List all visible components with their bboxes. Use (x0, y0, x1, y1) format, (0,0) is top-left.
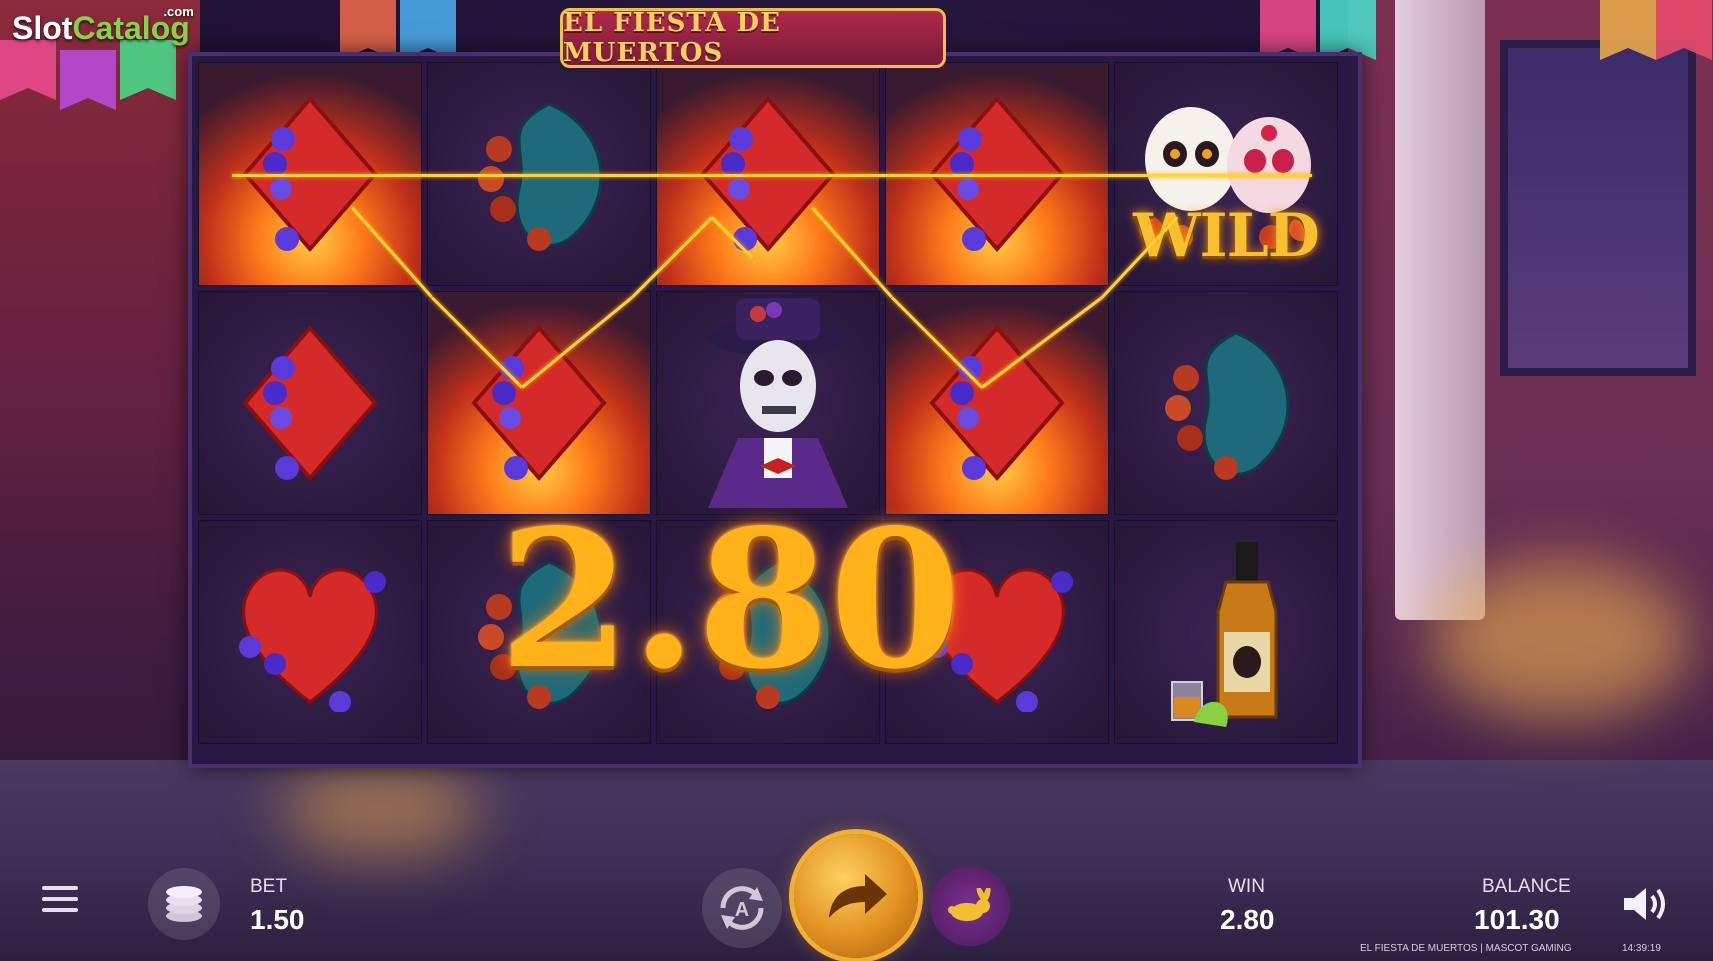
bet-value: 1.50 (250, 904, 305, 935)
balance-value: 101.30 (1474, 904, 1560, 935)
game-title: EL FIESTA DE MUERTOS (563, 8, 781, 68)
turbo-button[interactable] (930, 866, 1010, 946)
heart-symbol (199, 521, 421, 743)
tequila-symbol (1115, 521, 1337, 743)
balance-label: BALANCE (1482, 876, 1571, 897)
reel-cell (656, 291, 880, 515)
candle-glow (1430, 560, 1690, 720)
win-label: WIN (1228, 876, 1265, 897)
reel-cell (198, 520, 422, 744)
game-title-banner: EL FIESTA DE MUERTOS (560, 8, 946, 68)
win-amount-overlay: 2.80 (498, 488, 962, 711)
payline (232, 174, 1312, 177)
game-info-footer: EL FIESTA DE MUERTOS | MASCOT GAMING (1360, 943, 1572, 954)
reel-cell (1114, 291, 1338, 515)
skeleton-man-symbol (657, 292, 879, 514)
win-value: 2.80 (1220, 904, 1275, 935)
spin-button[interactable] (794, 834, 918, 958)
background-window (1500, 40, 1696, 376)
candle-glow (280, 760, 480, 860)
diamond-symbol (199, 292, 421, 514)
rabbit-icon (948, 888, 991, 921)
menu-icon (42, 886, 78, 912)
autoplay-button[interactable]: A (702, 868, 782, 948)
clock: 14:39:19 (1622, 943, 1661, 954)
watermark-text: Slot (12, 10, 73, 46)
coins-icon (166, 886, 202, 922)
bet-label: BET (250, 876, 287, 897)
sound-button[interactable] (1620, 884, 1670, 929)
watermark-suffix: .com (163, 4, 194, 19)
speaker-icon (1624, 888, 1665, 920)
spin-arrow-icon (829, 874, 887, 918)
papel-picado-flag (340, 0, 396, 60)
reel-cell (1114, 520, 1338, 744)
papel-picado-flag (1260, 0, 1316, 60)
background-pillar (1395, 0, 1485, 620)
menu-button[interactable] (40, 884, 80, 919)
watermark-logo: SlotCatalog .com (12, 4, 194, 47)
reel-cell (198, 291, 422, 515)
wild-label: WILD (1133, 201, 1320, 271)
bet-select-button[interactable] (148, 868, 220, 940)
papel-picado-flag (400, 0, 456, 60)
autoplay-icon: A (720, 886, 764, 930)
autoplay-letter: A (735, 899, 749, 921)
spade-symbol (1115, 292, 1337, 514)
